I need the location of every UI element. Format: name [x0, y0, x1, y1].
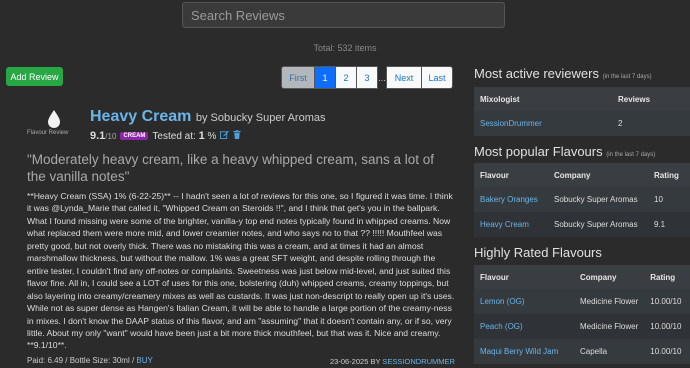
most-active-title: Most active reviewers (in the last 7 day… — [474, 66, 652, 81]
highly-rated-table: Flavour Company Rating Lemon (OG) Medici… — [474, 265, 690, 364]
column-header-reviews: Reviews — [612, 87, 690, 111]
most-popular-table: Flavour Company Rating Bakery Oranges So… — [474, 163, 690, 237]
company-cell: Medicine Flower — [574, 289, 645, 314]
page-3-button[interactable]: 3 — [356, 66, 378, 89]
tested-at-label: Tested at: — [152, 130, 196, 142]
edit-icon[interactable] — [220, 130, 230, 142]
column-header-company: Company — [574, 265, 645, 289]
table-row: SessionDrummer 2 — [474, 111, 690, 136]
table-row: Peach (OG) Medicine Flower 10.00/10 — [474, 314, 690, 339]
add-review-button[interactable]: Add Review — [6, 67, 63, 86]
page-first-button[interactable]: First — [281, 66, 315, 89]
most-active-table: Mixologist Reviews SessionDrummer 2 — [474, 87, 690, 136]
column-header-company: Company — [548, 163, 648, 187]
rating-cell: 10 — [648, 187, 690, 212]
table-row: Maqui Berry Wild Jam Capella 10.00/10 — [474, 339, 690, 364]
buy-link[interactable]: BUY — [136, 356, 152, 365]
flavour-link[interactable]: Heavy Cream — [474, 212, 548, 237]
tested-at-unit: % — [207, 130, 217, 142]
flavour-link[interactable]: Maqui Berry Wild Jam — [474, 339, 574, 364]
flavour-link[interactable]: Bakery Oranges — [474, 187, 548, 212]
trash-icon[interactable] — [233, 130, 241, 142]
column-header-rating: Rating — [644, 265, 690, 289]
flavour-name-link[interactable]: Heavy Cream — [90, 108, 191, 125]
rating-cell: 10.00/10 — [644, 314, 690, 339]
column-header-rating: Rating — [648, 163, 690, 187]
review-count: 2 — [612, 111, 690, 136]
rating-cell: 9.1 — [648, 212, 690, 237]
highly-rated-title: Highly Rated Flavours — [474, 245, 602, 260]
page-1-button[interactable]: 1 — [314, 66, 336, 89]
pagination: First 1 2 3 ... Next Last — [281, 66, 453, 89]
review-date: 23-06-2025 BY — [330, 357, 381, 366]
flavour-link[interactable]: Lemon (OG) — [474, 289, 574, 314]
review-body: **Heavy Cream (SSA) 1% (6-22-25)** -- I … — [27, 191, 455, 351]
search-input[interactable] — [182, 2, 505, 28]
flavour-link[interactable]: Peach (OG) — [474, 314, 574, 339]
rating-line: 9.1 /10 CREAM Tested at: 1 % — [90, 130, 241, 142]
rating-score: 9.1 — [90, 130, 106, 142]
table-row: Heavy Cream Sobucky Super Aromas 9.1 — [474, 212, 690, 237]
column-header-flavour: Flavour — [474, 265, 574, 289]
tested-at-value: 1 — [198, 130, 205, 142]
page-2-button[interactable]: 2 — [335, 66, 357, 89]
purchase-info: Paid: 6.49 / Bottle Size: 30ml / BUY — [27, 356, 153, 365]
review-meta: 23-06-2025 BY SESSIONDRUMMER — [330, 357, 455, 366]
logo-label: Flavour Review — [27, 130, 69, 136]
company-cell: Sobucky Super Aromas — [548, 187, 648, 212]
company-name[interactable]: by Sobucky Super Aromas — [196, 112, 326, 124]
rating-cell: 10.00/10 — [644, 339, 690, 364]
total-count: Total: 532 items — [313, 43, 377, 53]
rating-cell: 10.00/10 — [644, 289, 690, 314]
table-row: Bakery Oranges Sobucky Super Aromas 10 — [474, 187, 690, 212]
company-cell: Sobucky Super Aromas — [548, 212, 648, 237]
reviewer-name-link[interactable]: SessionDrummer — [474, 111, 612, 136]
column-header-mixologist: Mixologist — [474, 87, 612, 111]
company-cell: Medicine Flower — [574, 314, 645, 339]
rating-out-of: /10 — [105, 131, 117, 141]
most-active-subtitle: (in the last 7 days) — [602, 74, 652, 80]
paid-info: Paid: 6.49 / Bottle Size: 30ml / — [27, 356, 135, 365]
company-cell: Capella — [574, 339, 645, 364]
column-header-flavour: Flavour — [474, 163, 548, 187]
page-next-button[interactable]: Next — [386, 66, 422, 89]
most-popular-subtitle: (in the last 7 days) — [606, 152, 656, 158]
most-popular-title: Most popular Flavours (in the last 7 day… — [474, 144, 656, 159]
review-quote: "Moderately heavy cream, like a heavy wh… — [27, 152, 434, 184]
reviewer-link[interactable]: SESSIONDRUMMER — [382, 357, 455, 366]
review-title: Heavy Cream by Sobucky Super Aromas — [90, 108, 325, 126]
table-row: Lemon (OG) Medicine Flower 10.00/10 — [474, 289, 690, 314]
category-badge[interactable]: CREAM — [120, 132, 149, 140]
page-last-button[interactable]: Last — [421, 66, 453, 89]
